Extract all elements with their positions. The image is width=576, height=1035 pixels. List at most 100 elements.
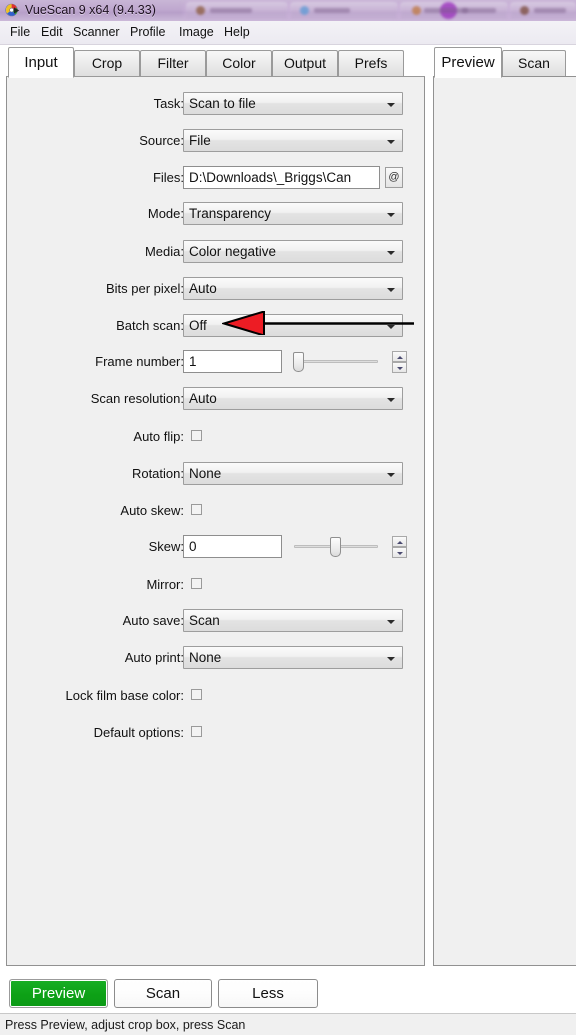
rotation-label: Rotation: (131, 466, 184, 481)
default-options-checkbox[interactable] (191, 726, 202, 737)
skew-stepper[interactable] (392, 536, 407, 558)
media-label: Media: (144, 244, 184, 259)
bits-per-pixel-label: Bits per pixel: (105, 281, 184, 296)
frame-number-stepper-down[interactable] (392, 362, 407, 373)
tab-prefs[interactable]: Prefs (338, 50, 404, 77)
media-value: Color negative (189, 244, 277, 259)
auto-print-label: Auto print: (124, 650, 184, 665)
mode-label: Mode: (147, 206, 184, 221)
input-settings-panel: Task: Scan to file Source: File Files: D… (6, 76, 425, 966)
status-bar: Press Preview, adjust crop box, press Sc… (0, 1013, 576, 1035)
skew-slider-thumb[interactable] (330, 537, 341, 557)
media-combo[interactable]: Color negative (183, 240, 403, 263)
auto-save-value: Scan (189, 613, 220, 628)
skew-stepper-down[interactable] (392, 547, 407, 558)
default-options-label: Default options: (93, 725, 184, 740)
skew-stepper-up[interactable] (392, 536, 407, 547)
rotation-combo[interactable]: None (183, 462, 403, 485)
frame-number-input[interactable]: 1 (183, 350, 282, 373)
auto-print-value: None (189, 650, 222, 665)
menu-help[interactable]: Help (222, 25, 252, 39)
menu-edit[interactable]: Edit (39, 25, 65, 39)
background-ghost-label (534, 8, 566, 13)
source-value: File (189, 133, 211, 148)
bits-per-pixel-combo[interactable]: Auto (183, 277, 403, 300)
tab-color[interactable]: Color (206, 50, 272, 77)
lock-film-base-color-checkbox[interactable] (191, 689, 202, 700)
files-at-button[interactable]: @ (385, 167, 403, 188)
tab-preview[interactable]: Preview (434, 47, 502, 78)
auto-skew-label: Auto skew: (120, 503, 184, 518)
background-ghost-label (210, 8, 252, 13)
chevron-down-icon (387, 657, 395, 661)
menu-bar: File Edit Scanner Profile Image Help (0, 21, 576, 45)
frame-number-slider-track[interactable] (294, 360, 378, 363)
task-combo[interactable]: Scan to file (183, 92, 403, 115)
batch-scan-value: Off (189, 318, 207, 333)
vuescan-app-icon (5, 3, 20, 17)
background-ghost-label (314, 8, 350, 13)
bits-per-pixel-value: Auto (189, 281, 217, 296)
tab-input[interactable]: Input (8, 47, 74, 78)
chevron-down-icon (387, 213, 395, 217)
auto-skew-checkbox[interactable] (191, 504, 202, 515)
chevron-down-icon (387, 140, 395, 144)
auto-print-combo[interactable]: None (183, 646, 403, 669)
preview-panel (433, 76, 576, 966)
tab-output[interactable]: Output (272, 50, 338, 77)
auto-save-combo[interactable]: Scan (183, 609, 403, 632)
task-label: Task: (153, 96, 184, 111)
scan-button[interactable]: Scan (114, 979, 212, 1008)
less-button[interactable]: Less (218, 979, 318, 1008)
batch-scan-label: Batch scan: (116, 318, 184, 333)
mode-value: Transparency (189, 206, 272, 221)
menu-profile[interactable]: Profile (128, 25, 167, 39)
menu-scanner[interactable]: Scanner (71, 25, 122, 39)
scan-resolution-combo[interactable]: Auto (183, 387, 403, 410)
background-ghost-favicon (520, 6, 529, 15)
skew-label: Skew: (148, 539, 184, 554)
status-message: Press Preview, adjust crop box, press Sc… (5, 1018, 246, 1032)
chevron-down-icon (387, 103, 395, 107)
menu-image[interactable]: Image (177, 25, 216, 39)
rotation-value: None (189, 466, 222, 481)
mirror-checkbox[interactable] (191, 578, 202, 589)
window-title: VueScan 9 x64 (9.4.33) (25, 3, 156, 17)
frame-number-stepper-up[interactable] (392, 351, 407, 362)
tab-scan[interactable]: Scan (502, 50, 566, 77)
frame-number-stepper[interactable] (392, 351, 407, 373)
tab-crop[interactable]: Crop (74, 50, 140, 77)
chevron-down-icon (387, 473, 395, 477)
mirror-label: Mirror: (146, 577, 184, 592)
window-titlebar: VueScan 9 x64 (9.4.33) (0, 0, 576, 22)
chevron-down-icon (387, 288, 395, 292)
files-input[interactable]: D:\Downloads\_Briggs\Can (183, 166, 380, 189)
frame-number-slider-thumb[interactable] (293, 352, 304, 372)
skew-input[interactable]: 0 (183, 535, 282, 558)
mode-combo[interactable]: Transparency (183, 202, 403, 225)
tab-filter[interactable]: Filter (140, 50, 206, 77)
files-label: Files: (152, 170, 184, 185)
scan-resolution-label: Scan resolution: (90, 391, 184, 406)
frame-number-label: Frame number: (95, 354, 184, 369)
caret-down-icon (397, 367, 403, 370)
background-ghost-favicon (196, 6, 205, 15)
caret-down-icon (397, 552, 403, 555)
chevron-down-icon (387, 620, 395, 624)
chevron-down-icon (387, 398, 395, 402)
task-value: Scan to file (189, 96, 256, 111)
background-ghost-label (462, 8, 496, 13)
auto-flip-label: Auto flip: (133, 429, 184, 444)
lock-film-base-color-label: Lock film base color: (65, 688, 185, 703)
preview-button[interactable]: Preview (9, 979, 108, 1008)
auto-flip-checkbox[interactable] (191, 430, 202, 441)
background-ghost-favicon (300, 6, 309, 15)
caret-up-icon (397, 541, 403, 544)
chevron-down-icon (387, 325, 395, 329)
source-combo[interactable]: File (183, 129, 403, 152)
menu-file[interactable]: File (8, 25, 32, 39)
scan-resolution-value: Auto (189, 391, 217, 406)
chevron-down-icon (387, 251, 395, 255)
batch-scan-combo[interactable]: Off (183, 314, 403, 337)
auto-save-label: Auto save: (122, 613, 184, 628)
